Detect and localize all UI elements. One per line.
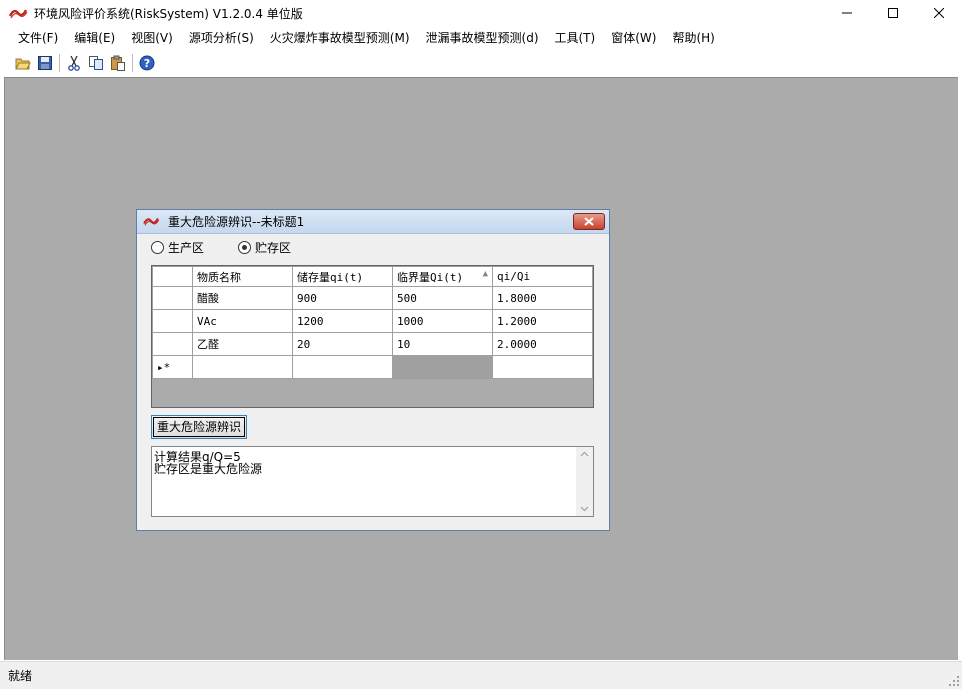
scroll-down-icon[interactable] — [580, 506, 589, 512]
child-title-bar[interactable]: 重大危险源辨识--未标题1 — [137, 210, 609, 234]
radio-label: 贮存区 — [255, 241, 292, 255]
table-row[interactable]: 醋酸 900 500 1.8000 — [152, 286, 593, 310]
save-button[interactable] — [34, 52, 56, 74]
toolbar: ? — [4, 50, 958, 76]
minimize-icon — [842, 12, 852, 14]
cell-ratio[interactable]: 1.8000 — [492, 286, 593, 310]
cell-substance[interactable] — [192, 355, 293, 379]
radio-unchecked-icon — [151, 241, 164, 254]
table-row[interactable]: 乙醛 20 10 2.0000 — [152, 332, 593, 356]
sort-ascending-icon: ▲ — [482, 268, 488, 279]
result-scrollbar[interactable] — [576, 447, 593, 516]
title-bar: 环境风险评价系统(RiskSystem) V1.2.0.4 单位版 — [0, 0, 962, 26]
menu-tools[interactable]: 工具(T) — [547, 27, 604, 49]
app-logo-icon — [142, 215, 162, 229]
child-title: 重大危险源辨识--未标题1 — [168, 215, 305, 229]
identify-hazard-button[interactable]: 重大危险源辨识 — [151, 415, 247, 439]
substance-grid: 物质名称 储存量qi(t) 临界量Qi(t) ▲ qi/Qi 醋酸 900 500… — [151, 265, 594, 408]
status-text: 就绪 — [8, 669, 33, 683]
help-icon: ? — [139, 55, 155, 71]
cell-critical[interactable]: 10 — [392, 332, 493, 356]
cut-icon — [68, 55, 80, 71]
open-folder-icon — [15, 58, 31, 70]
menu-leak-model[interactable]: 泄漏事故模型预测(d) — [418, 27, 547, 49]
cell-substance[interactable]: 醋酸 — [192, 286, 293, 310]
result-textbox[interactable]: 计算结果q/Q=5 贮存区是重大危险源 — [151, 446, 594, 517]
row-header[interactable] — [152, 309, 193, 333]
toolbar-separator — [59, 54, 60, 72]
row-header[interactable] — [152, 286, 193, 310]
menu-window[interactable]: 窗体(W) — [603, 27, 664, 49]
column-header-critical[interactable]: 临界量Qi(t) ▲ — [392, 266, 493, 287]
radio-checked-icon — [238, 241, 252, 254]
close-icon — [934, 8, 944, 18]
close-button[interactable] — [916, 0, 962, 26]
close-icon — [584, 217, 594, 226]
menu-edit[interactable]: 编辑(E) — [66, 27, 123, 49]
area-radio-group: 生产区 贮存区 — [151, 239, 325, 256]
menu-fire-explosion-model[interactable]: 火灾爆炸事故模型预测(M) — [262, 27, 418, 49]
grid-header-row: 物质名称 储存量qi(t) 临界量Qi(t) ▲ qi/Qi — [152, 266, 593, 287]
cell-substance[interactable]: VAc — [192, 309, 293, 333]
cut-button[interactable] — [63, 52, 85, 74]
open-button[interactable] — [12, 52, 34, 74]
new-row[interactable]: ▸* — [152, 355, 593, 379]
resize-grip-icon[interactable] — [948, 675, 960, 687]
menu-view[interactable]: 视图(V) — [123, 27, 181, 49]
maximize-button[interactable] — [870, 0, 916, 26]
table-row[interactable]: VAc 1200 1000 1.2000 — [152, 309, 593, 333]
column-header-storage[interactable]: 储存量qi(t) — [292, 266, 393, 287]
cell-ratio[interactable] — [492, 355, 593, 379]
result-text: 计算结果q/Q=5 贮存区是重大危险源 — [154, 451, 262, 475]
cell-critical[interactable] — [392, 355, 493, 379]
app-logo-icon — [8, 6, 28, 20]
cell-ratio[interactable]: 2.0000 — [492, 332, 593, 356]
radio-storage-area[interactable]: 贮存区 — [238, 239, 291, 256]
child-close-button[interactable] — [573, 213, 605, 230]
cell-substance[interactable]: 乙醛 — [192, 332, 293, 356]
maximize-icon — [888, 8, 898, 18]
svg-text:?: ? — [144, 57, 150, 70]
new-row-marker-icon[interactable]: ▸* — [152, 355, 193, 379]
status-bar: 就绪 — [0, 661, 962, 689]
cell-critical[interactable]: 1000 — [392, 309, 493, 333]
cell-critical[interactable]: 500 — [392, 286, 493, 310]
copy-icon — [89, 56, 103, 70]
scroll-up-icon[interactable] — [580, 451, 589, 457]
cell-storage[interactable]: 900 — [292, 286, 393, 310]
save-icon — [38, 56, 52, 70]
column-header-label: 临界量Qi(t) — [397, 270, 464, 284]
column-header-ratio[interactable]: qi/Qi — [492, 266, 593, 287]
cell-storage[interactable]: 20 — [292, 332, 393, 356]
radio-label: 生产区 — [168, 241, 205, 255]
toolbar-separator — [132, 54, 133, 72]
column-header-substance[interactable]: 物质名称 — [192, 266, 293, 287]
menu-file[interactable]: 文件(F) — [10, 27, 66, 49]
copy-button[interactable] — [85, 52, 107, 74]
paste-button[interactable] — [107, 52, 129, 74]
hazard-identification-window: 重大危险源辨识--未标题1 生产区 贮存区 物质名称 储存量qi(t) 临界量Q… — [136, 209, 610, 531]
cell-storage[interactable]: 1200 — [292, 309, 393, 333]
row-header[interactable] — [152, 332, 193, 356]
grid-corner — [152, 266, 193, 287]
menu-source-analysis[interactable]: 源项分析(S) — [181, 27, 262, 49]
result-line: 贮存区是重大危险源 — [154, 462, 263, 476]
cell-storage[interactable] — [292, 355, 393, 379]
menu-help[interactable]: 帮助(H) — [664, 27, 722, 49]
cell-ratio[interactable]: 1.2000 — [492, 309, 593, 333]
radio-production-area[interactable]: 生产区 — [151, 239, 204, 256]
menu-bar: 文件(F) 编辑(E) 视图(V) 源项分析(S) 火灾爆炸事故模型预测(M) … — [4, 27, 958, 49]
help-button[interactable]: ? — [136, 52, 158, 74]
paste-icon — [111, 55, 125, 71]
window-title: 环境风险评价系统(RiskSystem) V1.2.0.4 单位版 — [34, 6, 303, 21]
minimize-button[interactable] — [824, 0, 870, 26]
